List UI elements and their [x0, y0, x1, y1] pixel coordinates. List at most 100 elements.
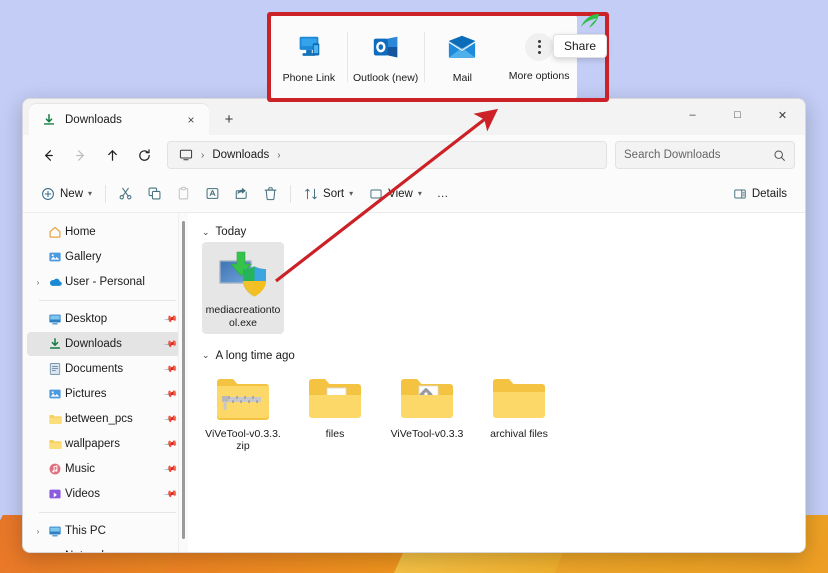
pin-icon[interactable]: 📌 [163, 336, 178, 351]
cut-button[interactable] [111, 180, 140, 208]
maximize-button[interactable]: □ [715, 99, 760, 131]
file-item-vivetool-zip[interactable]: ViVeTool-v0.3.3.zip [202, 366, 284, 458]
more-options-button[interactable]: … [430, 180, 456, 208]
new-tab-button[interactable]: + [215, 105, 243, 133]
delete-button[interactable] [256, 180, 285, 208]
sidebar-item-this-pc[interactable]: › This PC [27, 519, 182, 543]
onedrive-icon [45, 275, 65, 289]
file-name: files [296, 428, 374, 441]
sidebar-label: Videos [65, 488, 165, 500]
paste-button[interactable] [169, 180, 198, 208]
sidebar-item-onedrive[interactable]: › User - Personal [27, 270, 182, 294]
group-header-today[interactable]: ⌄ Today [202, 226, 805, 238]
pin-icon[interactable]: 📌 [163, 436, 178, 451]
sidebar-item-downloads[interactable]: Downloads 📌 [27, 332, 182, 356]
close-icon[interactable]: × [181, 110, 201, 130]
sidebar-item-gallery[interactable]: Gallery [27, 245, 182, 269]
expander-icon[interactable]: › [31, 527, 45, 536]
folder-docs-icon [305, 372, 365, 424]
breadcrumb[interactable]: › Downloads › [167, 141, 607, 169]
sidebar-label: Pictures [65, 388, 165, 400]
chevron-down-icon[interactable]: ⌄ [202, 227, 210, 238]
group-header-long-ago[interactable]: ⌄ A long time ago [202, 350, 805, 362]
breadcrumb-separator-end[interactable]: › [276, 150, 281, 161]
zip-folder-icon [213, 372, 273, 424]
breadcrumb-item-downloads[interactable]: Downloads [207, 147, 274, 163]
chevron-down-icon: ▾ [349, 189, 353, 198]
sidebar-item-pictures[interactable]: Pictures 📌 [27, 382, 182, 406]
tab-downloads[interactable]: Downloads × [29, 104, 209, 135]
sidebar-label: Documents [65, 363, 165, 375]
sidebar-item-home[interactable]: Home [27, 220, 182, 244]
sidebar-scrollbar-track[interactable] [178, 213, 188, 552]
pin-icon[interactable]: 📌 [163, 486, 178, 501]
desktop-icon [45, 312, 65, 326]
expander-icon[interactable]: › [31, 278, 45, 287]
chevron-down-icon: ▾ [88, 189, 92, 198]
screenshot-root: Downloads × + – □ ✕ [0, 0, 828, 573]
share-target-mail[interactable]: Mail [425, 16, 501, 98]
search-input[interactable]: Search Downloads [615, 141, 795, 169]
sidebar-item-network[interactable]: › Network [27, 544, 182, 552]
sidebar-item-documents[interactable]: Documents 📌 [27, 357, 182, 381]
view-button-label: View [388, 188, 413, 200]
share-target-phone-link[interactable]: Phone Link [271, 16, 347, 98]
file-item-archival-files[interactable]: archival files [478, 366, 560, 458]
file-group-long-ago: ViVeTool-v0.3.3.zip files [198, 366, 805, 458]
file-name: ViVeTool-v0.3.3 [388, 428, 466, 441]
pin-icon[interactable]: 📌 [163, 411, 178, 426]
share-target-outlook[interactable]: Outlook (new) [348, 16, 424, 98]
file-item-files[interactable]: files [294, 366, 376, 458]
pin-icon[interactable]: 📌 [163, 311, 178, 326]
share-target-label: Phone Link [283, 72, 336, 84]
breadcrumb-item-thispc[interactable] [174, 147, 198, 163]
sort-button-label: Sort [323, 188, 344, 200]
sidebar-scrollbar-thumb[interactable] [182, 221, 185, 539]
details-button-label: Details [752, 188, 787, 200]
expander-icon[interactable]: › [31, 552, 45, 553]
view-button[interactable]: View ▾ [361, 180, 430, 208]
pin-icon[interactable]: 📌 [163, 386, 178, 401]
sidebar-item-desktop[interactable]: Desktop 📌 [27, 307, 182, 331]
sidebar-item-wallpapers[interactable]: wallpapers 📌 [27, 432, 182, 456]
back-button[interactable] [33, 140, 63, 170]
gallery-icon [45, 250, 65, 264]
minimize-button[interactable]: – [670, 99, 715, 131]
close-button[interactable]: ✕ [760, 99, 805, 131]
refresh-button[interactable] [129, 140, 159, 170]
copy-button[interactable] [140, 180, 169, 208]
window-body: Home Gallery › User - Personal [23, 213, 805, 552]
sidebar-item-between-pcs[interactable]: between_pcs 📌 [27, 407, 182, 431]
sidebar-item-videos[interactable]: Videos 📌 [27, 482, 182, 506]
rename-button[interactable] [198, 180, 227, 208]
more-options-label: More options [509, 70, 570, 82]
details-pane-button[interactable]: Details [725, 180, 795, 208]
home-icon [45, 225, 65, 239]
mail-icon [446, 31, 478, 63]
sort-button[interactable]: Sort ▾ [296, 180, 361, 208]
sidebar-divider [39, 300, 176, 301]
new-button[interactable]: New ▾ [33, 180, 100, 208]
file-explorer-window: Downloads × + – □ ✕ [22, 98, 806, 553]
group-header-label: Today [216, 226, 247, 238]
share-button[interactable] [227, 180, 256, 208]
sidebar-item-music[interactable]: Music 📌 [27, 457, 182, 481]
forward-button[interactable] [65, 140, 95, 170]
folder-icon [489, 372, 549, 424]
up-button[interactable] [97, 140, 127, 170]
sidebar-label: User - Personal [65, 276, 182, 288]
file-item-mediacreationtool[interactable]: mediacreationtool.exe [202, 242, 284, 334]
sidebar-label: Desktop [65, 313, 165, 325]
videos-icon [45, 487, 65, 501]
network-icon [45, 549, 65, 552]
sidebar-label: between_pcs [65, 413, 165, 425]
sidebar-label: Network [65, 550, 182, 552]
downloads-icon [45, 337, 65, 351]
file-item-vivetool-folder[interactable]: ViVeTool-v0.3.3 [386, 366, 468, 458]
media-creation-tool-icon [213, 248, 273, 300]
chevron-down-icon[interactable]: ⌄ [202, 350, 210, 361]
sidebar-label: Music [65, 463, 165, 475]
pin-icon[interactable]: 📌 [163, 361, 178, 376]
pin-icon[interactable]: 📌 [163, 461, 178, 476]
navigation-pane: Home Gallery › User - Personal [23, 213, 188, 552]
